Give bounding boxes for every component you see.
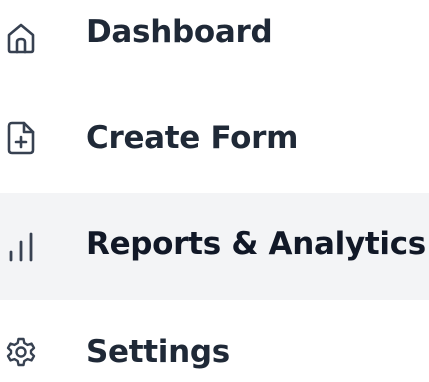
home-icon (4, 20, 38, 56)
sidebar-item-label: Reports & Analytics (86, 226, 426, 262)
sidebar-item-settings[interactable]: Settings (0, 312, 429, 382)
file-plus-icon (4, 120, 38, 156)
sidebar-item-label: Create Form (86, 120, 299, 156)
sidebar-item-create-form[interactable]: Create Form (0, 100, 429, 180)
gear-icon (4, 334, 38, 370)
sidebar-nav: Dashboard Create Form Reports & Analytic… (0, 0, 429, 382)
sidebar-item-reports-analytics[interactable]: Reports & Analytics (0, 193, 429, 300)
bar-chart-icon (4, 229, 38, 265)
sidebar-item-label: Dashboard (86, 14, 273, 50)
sidebar-item-dashboard[interactable]: Dashboard (0, 0, 429, 80)
sidebar-item-label: Settings (86, 334, 230, 370)
